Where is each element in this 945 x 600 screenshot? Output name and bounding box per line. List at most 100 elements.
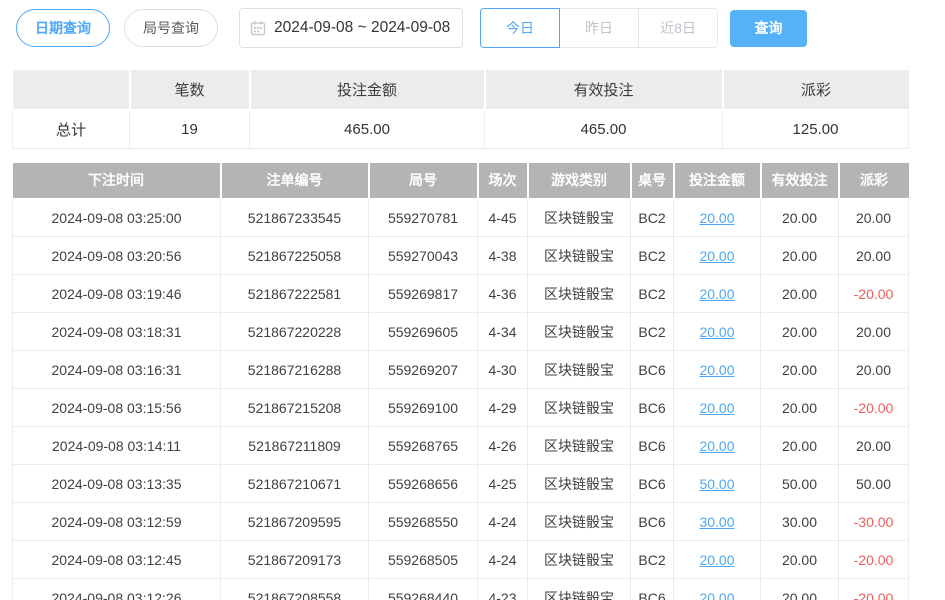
round-query-tab-button[interactable]: 局号查询	[124, 9, 218, 47]
round-no-cell: 559268656	[369, 465, 478, 503]
bet-amount-cell: 50.00	[674, 465, 761, 503]
summary-table: 笔数 投注金额 有效投注 派彩 总计 19 465.00 465.00 125.…	[12, 70, 909, 149]
quick-filter-today[interactable]: 今日	[480, 8, 560, 48]
table-row: 2024-09-08 03:12:45521867209173559268505…	[13, 541, 909, 579]
bet-time-cell: 2024-09-08 03:12:45	[13, 541, 221, 579]
bet-amount-link[interactable]: 50.00	[699, 476, 734, 492]
summary-header-payout: 派彩	[723, 70, 909, 110]
bet-amount-link[interactable]: 20.00	[699, 362, 734, 378]
bet-amount-link[interactable]: 20.00	[699, 324, 734, 340]
session-cell: 4-25	[478, 465, 528, 503]
header-bet-amount: 投注金额	[674, 163, 761, 199]
round-no-cell: 559270781	[369, 199, 478, 237]
session-cell: 4-30	[478, 351, 528, 389]
bet-no-cell: 521867225058	[221, 237, 369, 275]
game-type-cell: 区块链骰宝	[528, 579, 631, 600]
table-code-cell: BC2	[631, 541, 674, 579]
bet-time-cell: 2024-09-08 03:25:00	[13, 199, 221, 237]
table-row: 2024-09-08 03:19:46521867222581559269817…	[13, 275, 909, 313]
round-no-cell: 559268505	[369, 541, 478, 579]
bet-amount-link[interactable]: 20.00	[699, 590, 734, 600]
bet-time-cell: 2024-09-08 03:16:31	[13, 351, 221, 389]
round-no-cell: 559269817	[369, 275, 478, 313]
valid-bet-cell: 20.00	[761, 237, 839, 275]
valid-bet-cell: 20.00	[761, 199, 839, 237]
bet-time-cell: 2024-09-08 03:12:59	[13, 503, 221, 541]
payout-cell: -30.00	[839, 503, 909, 541]
toolbar: 日期查询 局号查询 2024-09-08 ~ 2024-09-08 今日 昨日 …	[0, 0, 945, 48]
table-code-cell: BC2	[631, 313, 674, 351]
bet-amount-link[interactable]: 20.00	[699, 552, 734, 568]
bet-no-cell: 521867211809	[221, 427, 369, 465]
bet-time-cell: 2024-09-08 03:15:56	[13, 389, 221, 427]
game-type-cell: 区块链骰宝	[528, 503, 631, 541]
bet-amount-link[interactable]: 20.00	[699, 400, 734, 416]
total-payout: 125.00	[723, 110, 909, 148]
bet-amount-cell: 20.00	[674, 275, 761, 313]
game-type-cell: 区块链骰宝	[528, 237, 631, 275]
valid-bet-cell: 20.00	[761, 389, 839, 427]
game-type-cell: 区块链骰宝	[528, 389, 631, 427]
bet-amount-cell: 20.00	[674, 237, 761, 275]
quick-filter-yesterday[interactable]: 昨日	[559, 8, 639, 48]
table-code-cell: BC2	[631, 199, 674, 237]
session-cell: 4-24	[478, 541, 528, 579]
header-session: 场次	[478, 163, 528, 199]
session-cell: 4-36	[478, 275, 528, 313]
summary-header-row: 笔数 投注金额 有效投注 派彩	[13, 70, 909, 110]
bet-time-cell: 2024-09-08 03:19:46	[13, 275, 221, 313]
session-cell: 4-34	[478, 313, 528, 351]
date-query-tab-button[interactable]: 日期查询	[16, 9, 110, 47]
round-no-cell: 559270043	[369, 237, 478, 275]
game-type-cell: 区块链骰宝	[528, 427, 631, 465]
round-no-cell: 559268550	[369, 503, 478, 541]
bet-amount-cell: 30.00	[674, 503, 761, 541]
table-row: 2024-09-08 03:25:00521867233545559270781…	[13, 199, 909, 237]
query-button[interactable]: 查询	[730, 10, 807, 47]
game-type-cell: 区块链骰宝	[528, 199, 631, 237]
game-type-cell: 区块链骰宝	[528, 541, 631, 579]
table-code-cell: BC6	[631, 579, 674, 600]
game-type-cell: 区块链骰宝	[528, 351, 631, 389]
valid-bet-cell: 20.00	[761, 275, 839, 313]
session-cell: 4-29	[478, 389, 528, 427]
bet-no-cell: 521867210671	[221, 465, 369, 503]
table-code-cell: BC6	[631, 427, 674, 465]
bet-amount-link[interactable]: 20.00	[699, 248, 734, 264]
bet-amount-cell: 20.00	[674, 427, 761, 465]
quick-filter-last8days[interactable]: 近8日	[638, 8, 718, 48]
bet-time-cell: 2024-09-08 03:14:11	[13, 427, 221, 465]
bet-no-cell: 521867222581	[221, 275, 369, 313]
table-code-cell: BC2	[631, 237, 674, 275]
header-bet-time: 下注时间	[13, 163, 221, 199]
total-valid-bet: 465.00	[485, 110, 723, 148]
summary-header-count: 笔数	[130, 70, 250, 110]
calendar-icon	[250, 20, 266, 36]
payout-cell: 20.00	[839, 427, 909, 465]
valid-bet-cell: 20.00	[761, 427, 839, 465]
bet-amount-link[interactable]: 20.00	[699, 210, 734, 226]
table-code-cell: BC6	[631, 503, 674, 541]
game-type-cell: 区块链骰宝	[528, 313, 631, 351]
table-row: 2024-09-08 03:13:35521867210671559268656…	[13, 465, 909, 503]
bet-time-cell: 2024-09-08 03:20:56	[13, 237, 221, 275]
table-row: 2024-09-08 03:15:56521867215208559269100…	[13, 389, 909, 427]
valid-bet-cell: 30.00	[761, 503, 839, 541]
date-range-input[interactable]: 2024-09-08 ~ 2024-09-08	[239, 8, 463, 48]
round-no-cell: 559269100	[369, 389, 478, 427]
bet-no-cell: 521867209595	[221, 503, 369, 541]
bet-amount-link[interactable]: 30.00	[699, 514, 734, 530]
bet-no-cell: 521867220228	[221, 313, 369, 351]
bets-table: 下注时间 注单编号 局号 场次 游戏类别 桌号 投注金额 有效投注 派彩 202…	[12, 163, 909, 600]
header-table-code: 桌号	[631, 163, 674, 199]
bet-amount-cell: 20.00	[674, 579, 761, 600]
header-game-type: 游戏类别	[528, 163, 631, 199]
bet-amount-cell: 20.00	[674, 541, 761, 579]
payout-cell: 50.00	[839, 465, 909, 503]
bet-amount-link[interactable]: 20.00	[699, 286, 734, 302]
table-row: 2024-09-08 03:12:59521867209595559268550…	[13, 503, 909, 541]
table-code-cell: BC6	[631, 389, 674, 427]
bet-amount-link[interactable]: 20.00	[699, 438, 734, 454]
table-row: 2024-09-08 03:14:11521867211809559268765…	[13, 427, 909, 465]
bet-time-cell: 2024-09-08 03:13:35	[13, 465, 221, 503]
